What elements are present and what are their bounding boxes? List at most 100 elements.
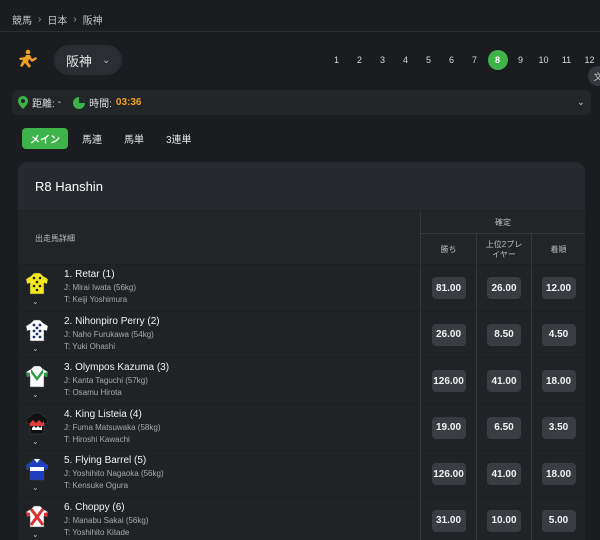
- odds-cell: 18.00: [531, 451, 585, 498]
- venue-dropdown[interactable]: 阪神 ⌄: [54, 45, 123, 75]
- chevron-down-icon[interactable]: ⌄: [32, 483, 39, 492]
- race-number-6[interactable]: 6: [440, 50, 463, 70]
- distance-label: 距離:: [32, 99, 55, 110]
- win-odds-button[interactable]: 26.00: [431, 323, 466, 346]
- top2-odds-button[interactable]: 6.50: [487, 416, 521, 439]
- place-odds-button[interactable]: 4.50: [541, 323, 576, 346]
- header-divider: [0, 31, 600, 32]
- trainer-name: T: Keiji Yoshimura: [64, 295, 128, 304]
- odds-cell: 26.00: [476, 265, 531, 312]
- race-number-3[interactable]: 3: [371, 50, 394, 70]
- odds-cell: 8.50: [476, 311, 531, 358]
- runner-name: 3. Olympos Kazuma (3): [64, 362, 170, 373]
- venue-row: 阪神 ⌄ 1 2 3 4 5 6 7 8 9 10 11 12: [14, 44, 600, 76]
- top2-odds-button[interactable]: 8.50: [487, 323, 521, 346]
- tab-main[interactable]: メイン: [22, 128, 68, 149]
- chevron-down-icon: ⌄: [102, 54, 111, 66]
- market-tabs: メイン 馬連 馬単 3連単: [22, 128, 200, 149]
- top2-odds-button[interactable]: 41.00: [487, 463, 521, 486]
- place-odds-button[interactable]: 5.00: [541, 509, 576, 532]
- jockey-name: J: Fuma Matsuwaka (58kg): [64, 422, 161, 432]
- place-odds-button[interactable]: 18.00: [541, 370, 576, 393]
- time-value: 03:36: [115, 97, 142, 108]
- tab-exacta[interactable]: 馬単: [116, 128, 152, 149]
- chevron-down-icon[interactable]: ⌄: [32, 344, 39, 353]
- breadcrumb-item-hanshin: 阪神: [82, 16, 103, 27]
- place-odds-button[interactable]: 3.50: [541, 416, 576, 439]
- runner-name: 2. Nihonpiro Perry (2): [64, 315, 160, 327]
- top2-odds-button[interactable]: 41.00: [487, 370, 521, 393]
- distance-value: -: [57, 97, 62, 108]
- race-number-7[interactable]: 7: [463, 50, 486, 70]
- race-number-11[interactable]: 11: [555, 50, 578, 70]
- top2-odds-button[interactable]: 10.00: [487, 509, 521, 532]
- trainer-name: T: Hiroshi Kawachi: [64, 434, 130, 444]
- odds-cell: 18.00: [531, 358, 585, 405]
- clock-icon: [73, 96, 86, 109]
- runner-name: 5. Flying Barrel (5): [64, 455, 147, 466]
- breadcrumb-item-racing[interactable]: 競馬: [12, 12, 32, 27]
- win-column-header: 勝ち: [420, 233, 476, 265]
- odds-cell: 5.00: [531, 497, 585, 540]
- race-number-1[interactable]: 1: [325, 50, 348, 70]
- win-odds-button[interactable]: 19.00: [431, 416, 466, 439]
- jockey-name: J: Manabu Sakai (56kg): [64, 515, 149, 525]
- race-number-8[interactable]: 8: [487, 50, 508, 70]
- chevron-down-icon[interactable]: ⌄: [32, 390, 39, 399]
- place-odds-button[interactable]: 18.00: [541, 463, 576, 486]
- chevron-down-icon[interactable]: ⌄: [32, 297, 39, 306]
- jockey-silk-icon: [24, 317, 50, 343]
- win-odds-button[interactable]: 126.00: [431, 370, 466, 393]
- trainer-name: T: Kensuke Ogura: [64, 481, 129, 490]
- race-number-5[interactable]: 5: [417, 50, 440, 70]
- jockey-silk-icon: [24, 503, 50, 529]
- runner-list: ⌄ 1. Retar (1) J: Mirai Iwata (56kg) T: …: [18, 265, 585, 540]
- trainer-name: T: Yoshihito Kitade: [64, 527, 130, 537]
- race-number-4[interactable]: 4: [394, 50, 417, 70]
- language-button[interactable]: 文: [588, 66, 600, 86]
- runner-name: 6. Choppy (6): [64, 501, 125, 513]
- win-odds-button[interactable]: 126.00: [431, 463, 466, 486]
- chevron-down-icon[interactable]: ⌄: [32, 530, 39, 539]
- jockey-name: J: Yoshihito Nagaoka (56kg): [64, 469, 164, 478]
- odds-cell: 81.00: [420, 265, 476, 312]
- race-number-9[interactable]: 9: [509, 50, 532, 70]
- odds-cell: 26.00: [420, 311, 476, 358]
- win-odds-button[interactable]: 81.00: [431, 277, 466, 300]
- table-header: 出走馬詳細 確定 勝ち 上位2プレイヤー 着順: [18, 211, 585, 265]
- runner-row: ⌄ 1. Retar (1) J: Mirai Iwata (56kg) T: …: [18, 265, 585, 312]
- breadcrumb: 競馬 › 日本 › 阪神: [12, 12, 103, 27]
- win-odds-button[interactable]: 31.00: [431, 509, 466, 532]
- odds-cell: 41.00: [476, 451, 531, 498]
- odds-cell: 31.00: [420, 497, 476, 540]
- runner-row: ⌄ 2. Nihonpiro Perry (2) J: Naho Furukaw…: [18, 311, 585, 358]
- horse-racing-icon: [14, 47, 40, 73]
- breadcrumb-separator-icon: ›: [38, 14, 42, 25]
- odds-cell: 6.50: [476, 404, 531, 451]
- race-title: R8 Hanshin: [18, 162, 585, 211]
- race-number-10[interactable]: 10: [532, 50, 555, 70]
- race-number-2[interactable]: 2: [348, 50, 371, 70]
- breadcrumb-item-japan[interactable]: 日本: [47, 12, 67, 27]
- runner-row: ⌄ 3. Olympos Kazuma (3) J: Kanta Taguchi…: [18, 358, 585, 405]
- top2-odds-button[interactable]: 26.00: [487, 277, 521, 300]
- tab-trifecta[interactable]: 3連単: [158, 128, 200, 149]
- place-odds-button[interactable]: 12.00: [541, 277, 576, 300]
- odds-cell: 19.00: [420, 404, 476, 451]
- tab-quinella[interactable]: 馬連: [74, 128, 110, 149]
- place-column-header: 着順: [531, 233, 585, 265]
- jockey-silk-icon: [24, 410, 50, 436]
- odds-cell: 3.50: [531, 404, 585, 451]
- odds-cell: 10.00: [476, 497, 531, 540]
- race-info-bar[interactable]: 距離: - 時間: 03:36 ⌄: [12, 90, 591, 115]
- jockey-silk-icon: [24, 363, 50, 389]
- jockey-name: J: Naho Furukawa (54kg): [64, 329, 154, 339]
- chevron-down-icon[interactable]: ⌄: [32, 437, 39, 446]
- chevron-down-icon[interactable]: ⌄: [577, 97, 585, 108]
- jockey-silk-icon: [24, 270, 50, 296]
- runner-row: ⌄ 4. King Listeia (4) J: Fuma Matsuwaka …: [18, 404, 585, 451]
- odds-cell: 12.00: [531, 265, 585, 312]
- fixed-odds-header: 確定: [420, 211, 585, 233]
- trainer-name: T: Yuki Ohashi: [64, 341, 115, 351]
- odds-cell: 4.50: [531, 311, 585, 358]
